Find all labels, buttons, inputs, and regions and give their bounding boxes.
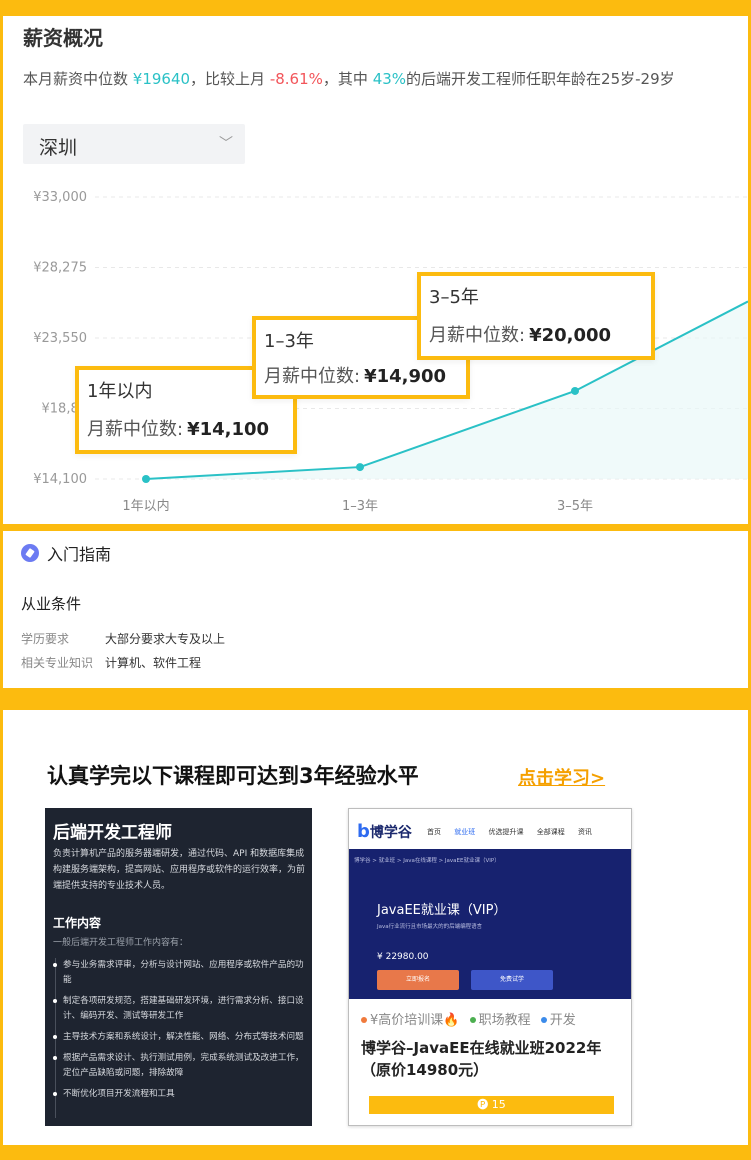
tooltip-prefix: 月薪中位数: <box>87 419 184 440</box>
salary-panel: 薪资概况 本月薪资中位数 ¥19640，比较上月 -8.61%，其中 43%的后… <box>3 16 748 524</box>
duties-list: 参与业务需求评审，分析与设计网站、应用程序或软件产品的功能 制定各项研发规范，搭… <box>53 958 308 1108</box>
nav-item-advanced[interactable]: 优选提升课 <box>488 828 523 836</box>
tag-dot-icon <box>361 1016 367 1023</box>
tooltip-label: 1–3年 <box>264 331 314 352</box>
nav-item-jobs[interactable]: 就业班 <box>454 828 475 836</box>
site-nav-items: 首页 就业班 优选提升课 全部课程 资讯 <box>427 827 603 837</box>
role-description: 负责计算机产品的服务器端研发，通过代码、API 和数据库集成构建服务端架构，提高… <box>53 849 306 891</box>
compass-icon <box>21 544 39 562</box>
duty-item: 根据产品需求设计、执行测试用例，完成系统测试及改进工作，定位产品缺陷或问题，排除… <box>53 1051 308 1081</box>
duties-title: 工作内容 <box>53 916 102 930</box>
guide-title: 入门指南 <box>21 541 111 565</box>
nav-item-home[interactable]: 首页 <box>427 828 441 836</box>
nav-item-news[interactable]: 资讯 <box>578 828 592 836</box>
course-card[interactable]: b博学谷 首页 就业班 优选提升课 全部课程 资讯 博学谷 > 就业班 > Ja… <box>348 808 632 1126</box>
role-card: 后端开发工程师 负责计算机产品的服务器端研发，通过代码、API 和数据库集成构建… <box>45 808 312 1126</box>
y-tick-label: ¥23,550 <box>33 331 87 346</box>
course-price: ¥ 22980.00 <box>377 952 429 962</box>
course-site-nav: b博学谷 首页 就业班 优选提升课 全部课程 资讯 <box>349 809 631 849</box>
duty-item: 参与业务需求评审，分析与设计网站、应用程序或软件产品的功能 <box>53 958 308 988</box>
guide-title-text: 入门指南 <box>47 545 112 564</box>
data-point <box>356 463 364 472</box>
course-tags: ¥高价培训课🔥 职场教程 开发 <box>361 1009 576 1028</box>
requirement-row-education: 学历要求 大部分要求大专及以上 <box>21 630 225 647</box>
coin-icon: 🅟 <box>477 1098 492 1111</box>
y-tick-label: ¥33,000 <box>33 190 87 205</box>
logo-text: 博学谷 <box>369 825 412 841</box>
tooltip-label: 1年以内 <box>87 381 153 402</box>
tag-label: ¥高价培训课🔥 <box>370 1013 460 1028</box>
y-tick-label: ¥14,100 <box>33 472 87 487</box>
x-tick-label: 1年以内 <box>122 498 169 514</box>
x-tick-label: 1–3年 <box>342 499 378 514</box>
course-banner: 博学谷 > 就业班 > Java在线课程 > JavaEE就业课（VIP） Ja… <box>349 849 631 999</box>
site-logo: b博学谷 <box>357 821 412 842</box>
requirement-value: 计算机、软件工程 <box>105 656 202 670</box>
enroll-count-bar[interactable]: 🅟 15 <box>369 1096 614 1114</box>
requirement-value: 大部分要求大专及以上 <box>105 632 226 646</box>
tooltip-value: ¥14,900 <box>364 366 447 387</box>
nav-item-all-courses[interactable]: 全部课程 <box>537 828 565 836</box>
tooltip-label: 3–5年 <box>429 287 479 308</box>
tooltip-year-3-5: 3–5年 月薪中位数: ¥20,000 <box>417 272 655 360</box>
tag-dot-icon <box>540 1016 547 1023</box>
tag-label: 开发 <box>549 1013 576 1028</box>
start-learning-link[interactable]: 点击学习> <box>518 764 605 790</box>
tooltip-value-line: 月薪中位数: ¥20,000 <box>429 321 611 347</box>
banner-title: JavaEE就业课（VIP） <box>377 903 507 918</box>
guide-panel: 入门指南 从业条件 学历要求 大部分要求大专及以上 相关专业知识 计算机、软件工程 <box>3 531 748 688</box>
logo-b-icon: b <box>357 821 370 842</box>
free-trial-button[interactable]: 免费试学 <box>471 970 553 990</box>
role-title: 后端开发工程师 <box>53 823 172 843</box>
duty-item: 不断优化项目开发流程和工具 <box>53 1087 308 1102</box>
duty-item: 主导技术方案和系统设计，解决性能、网络、分布式等技术问题 <box>53 1030 308 1045</box>
tag-dot-icon <box>469 1016 476 1023</box>
tooltip-prefix: 月薪中位数: <box>429 325 526 346</box>
banner-subtitle: Java行业流行且市场最大的的后端编程语言 <box>377 924 483 930</box>
data-point <box>142 475 150 483</box>
tooltip-prefix: 月薪中位数: <box>264 366 361 387</box>
signup-button[interactable]: 立即报名 <box>377 970 459 990</box>
duty-item: 制定各项研发规范，搭建基础研发环境，进行需求分析、接口设计、编码开发、测试等研发… <box>53 994 308 1024</box>
course-promo-panel: 认真学完以下课程即可达到3年经验水平 点击学习> 后端开发工程师 负责计算机产品… <box>3 710 748 1145</box>
tooltip-value-line: 月薪中位数: ¥14,100 <box>87 415 269 441</box>
course-name: 博学谷–JavaEE在线就业班2022年（原价14980元） <box>361 1039 602 1079</box>
y-tick-label: ¥28,275 <box>33 261 87 276</box>
condition-title: 从业条件 <box>21 595 82 613</box>
duties-intro: 一般后端开发工程师工作内容有： <box>53 938 189 948</box>
enroll-count: 15 <box>491 1098 506 1111</box>
requirement-key: 学历要求 <box>21 632 70 646</box>
requirement-row-knowledge: 相关专业知识 计算机、软件工程 <box>21 654 201 671</box>
requirement-key: 相关专业知识 <box>21 656 94 670</box>
tooltip-value: ¥14,100 <box>187 419 270 440</box>
tag-label: 职场教程 <box>478 1013 531 1028</box>
x-tick-label: 3–5年 <box>557 499 593 514</box>
tooltip-value: ¥20,000 <box>529 325 612 346</box>
promo-heading: 认真学完以下课程即可达到3年经验水平 <box>47 764 419 788</box>
data-point <box>571 386 579 395</box>
tooltip-value-line: 月薪中位数: ¥14,900 <box>264 362 446 388</box>
breadcrumb: 博学谷 > 就业班 > Java在线课程 > JavaEE就业课（VIP） <box>354 858 500 864</box>
